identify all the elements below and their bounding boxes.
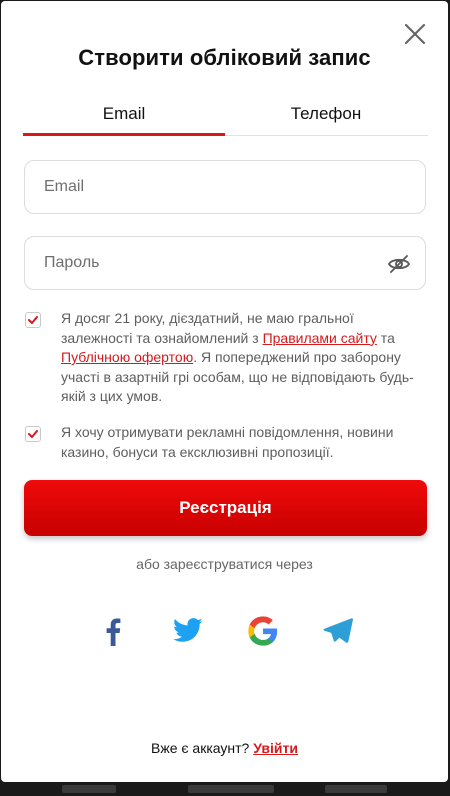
marketing-consent-text: Я хочу отримувати рекламні повідомлення,… [61,424,394,460]
email-field-wrapper [24,160,426,214]
close-icon[interactable] [402,21,428,47]
public-offer-link[interactable]: Публічною офертою [61,349,193,365]
google-icon[interactable] [247,615,279,647]
site-rules-link[interactable]: Правилами сайту [263,330,377,346]
marketing-consent-checkbox[interactable] [25,426,41,442]
tab-phone[interactable]: Телефон [225,99,427,134]
password-field-wrapper [24,236,426,290]
email-input[interactable] [44,161,374,213]
login-link[interactable]: Увійти [253,740,298,756]
login-prompt: Вже є аккаунт? Увійти [1,740,448,756]
twitter-icon[interactable] [172,615,204,647]
modal-title: Створити обліковий запис [78,45,371,70]
background-page-peek [0,782,450,796]
facebook-icon[interactable] [97,615,129,647]
registration-modal: Створити обліковий запис Email Телефон Я… [1,1,448,782]
register-button[interactable]: Реєстрація [24,480,427,536]
age-consent-text-part: та [376,329,395,346]
age-consent-checkbox[interactable] [25,312,41,328]
social-signup-caption: або зареєструватися через [136,556,313,572]
eye-off-icon[interactable] [387,252,411,276]
tab-bar: Email Телефон [23,99,428,136]
login-prompt-text: Вже є аккаунт? [151,740,254,756]
tab-email[interactable]: Email [23,99,225,136]
password-input[interactable] [44,237,374,289]
telegram-icon[interactable] [322,615,354,647]
age-consent-text: Я досяг 21 року, дієздатний, не маю грал… [61,309,421,407]
